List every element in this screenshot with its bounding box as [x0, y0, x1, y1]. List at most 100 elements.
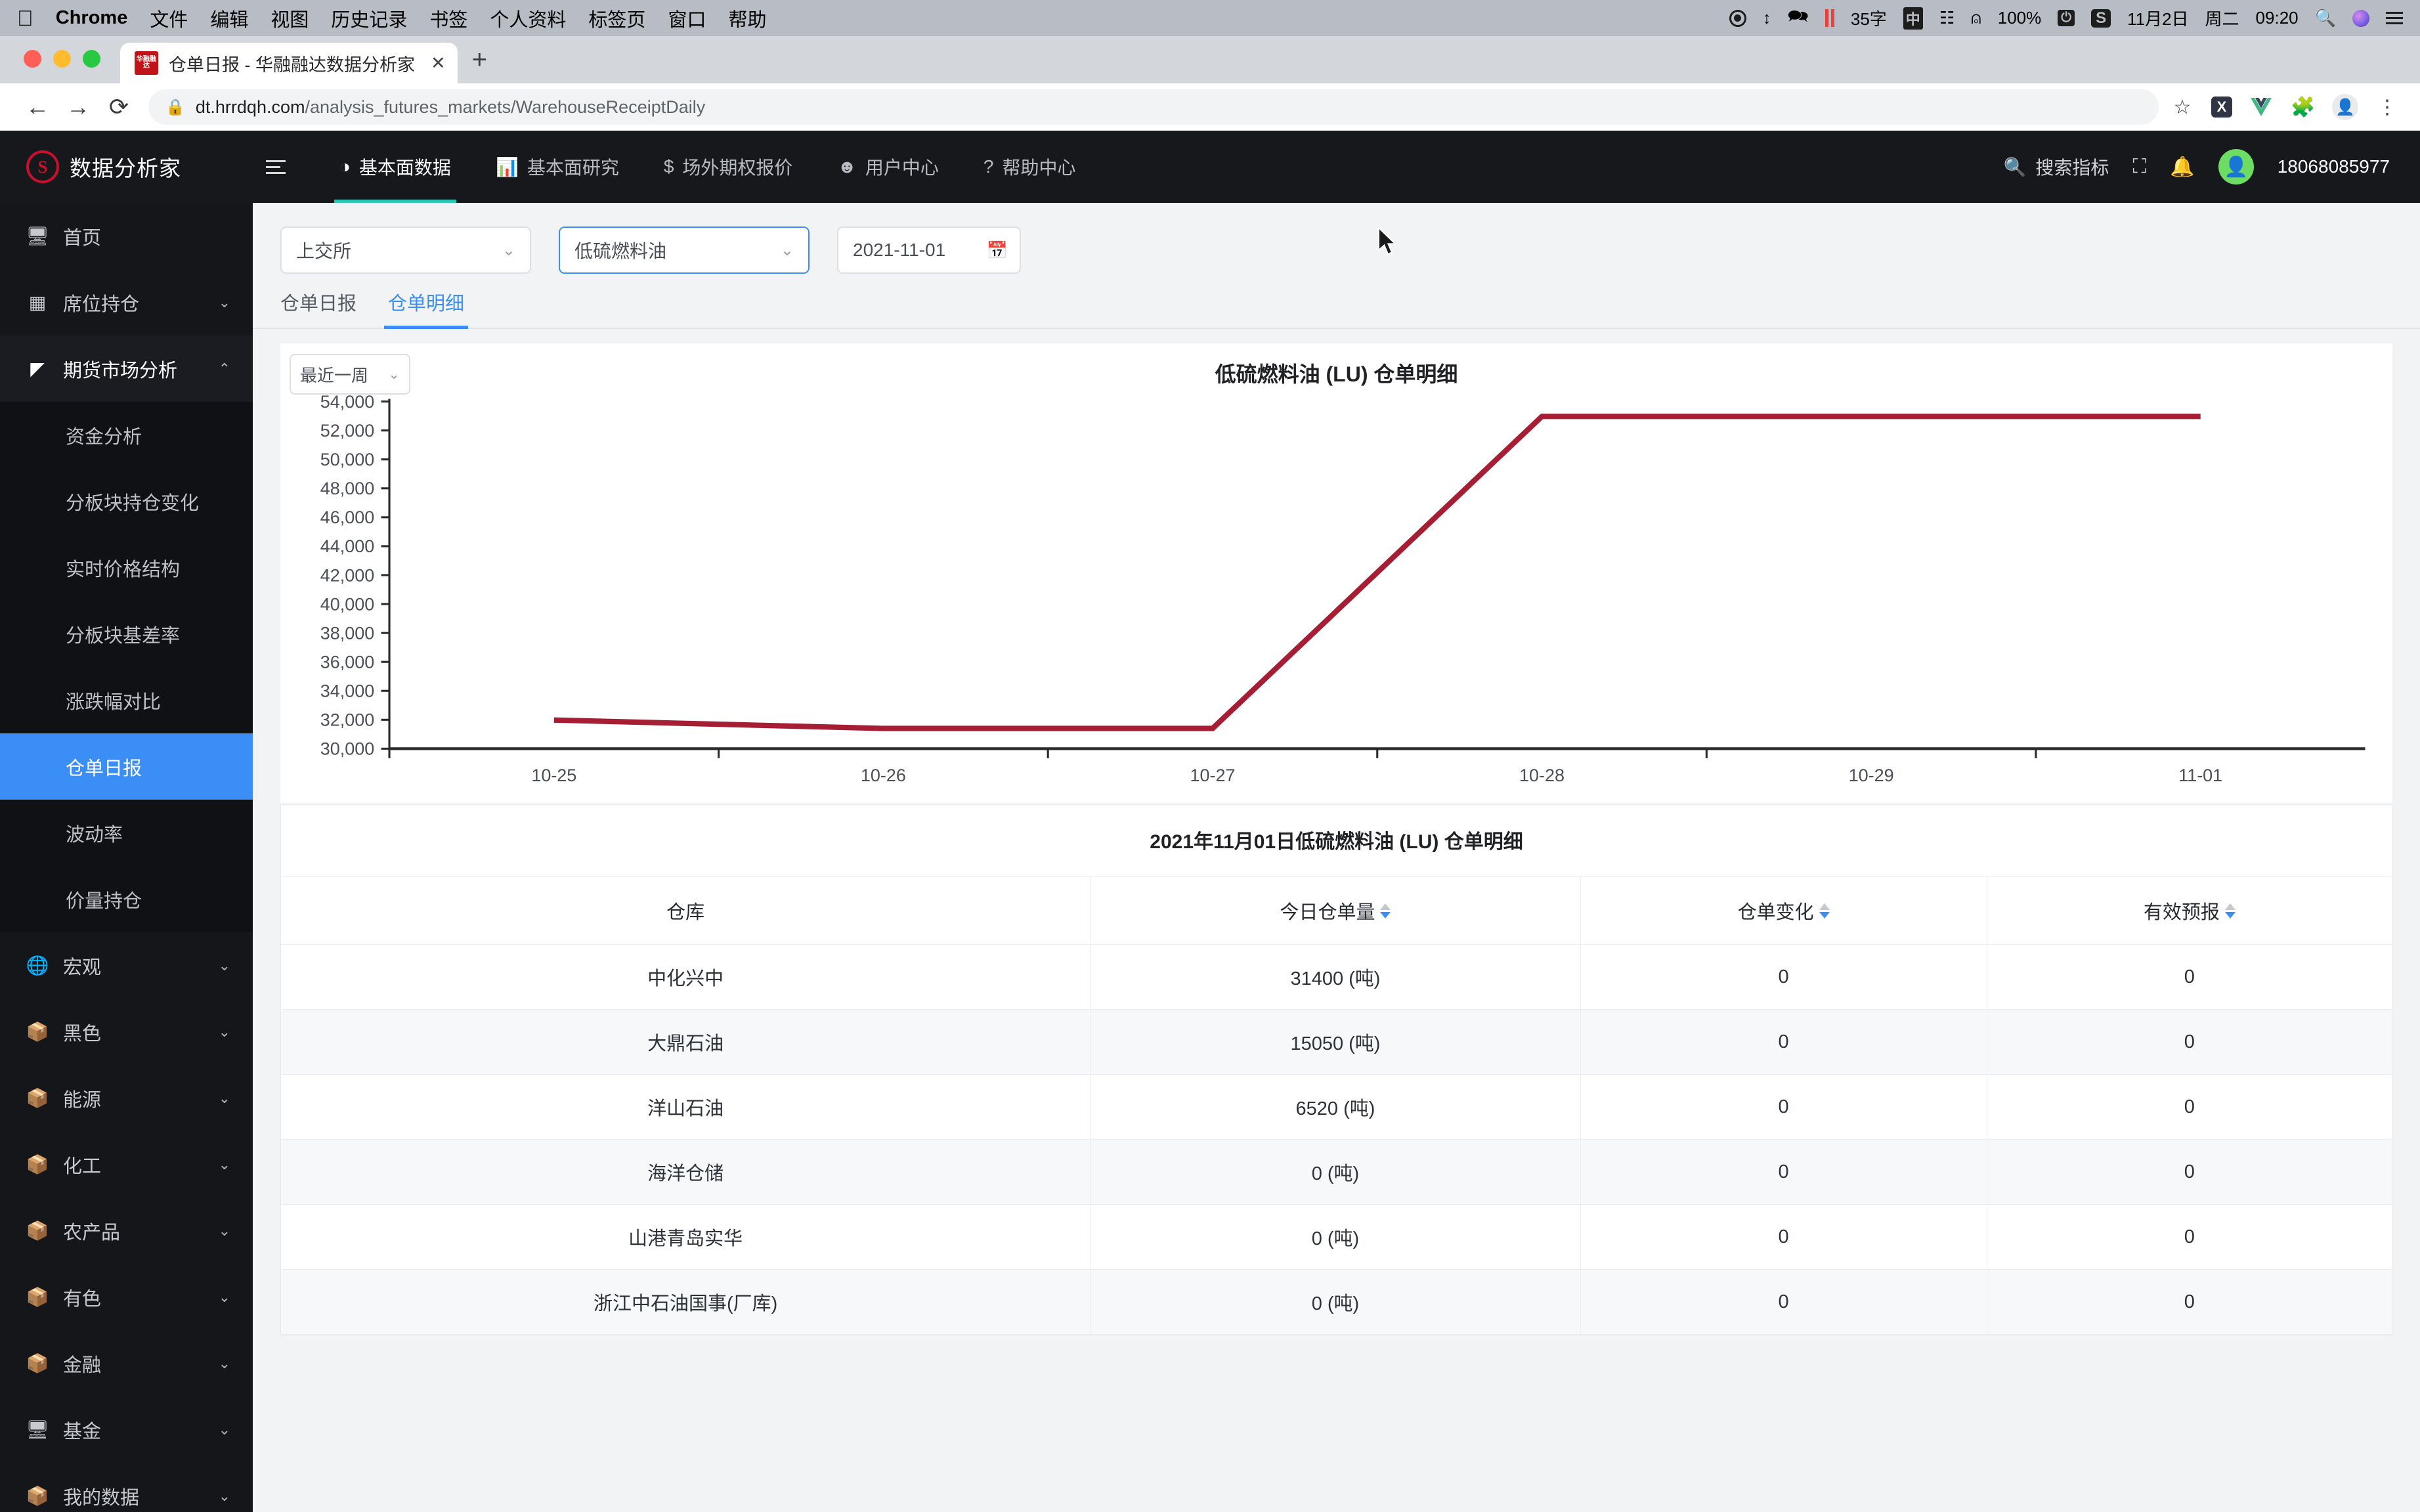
control-center-icon[interactable] — [2386, 12, 2403, 24]
nav-item-user-center[interactable]: ☻ 用户中心 — [815, 131, 961, 203]
profile-avatar-icon[interactable]: 👤 — [2332, 94, 2358, 120]
user-avatar-icon[interactable]: 👤 — [2218, 149, 2254, 184]
battery-charging-icon[interactable]: ⏻ — [2058, 10, 2075, 26]
column-header-today-volume[interactable]: 今日仓单量 — [1090, 876, 1581, 945]
menubar-item-help[interactable]: 帮助 — [728, 5, 766, 32]
nav-item-otc-option-quotes[interactable]: $ 场外期权报价 — [641, 131, 815, 203]
sidebar-item-label: 席位持仓 — [63, 293, 140, 315]
chrome-menu-icon[interactable]: ⋮ — [2374, 94, 2400, 120]
sidebar-subitem-sector-position-change[interactable]: 分板块持仓变化 — [0, 468, 253, 534]
nav-item-help-center[interactable]: ? 帮助中心 — [961, 131, 1098, 203]
fullscreen-icon[interactable]: ⛶ — [2132, 156, 2146, 178]
tab-close-icon[interactable]: ✕ — [431, 53, 446, 74]
sidebar-subitem-label: 资金分析 — [66, 426, 142, 448]
sidebar-subitem-warehouse-receipt-daily[interactable]: 仓单日报 — [0, 733, 253, 800]
exchange-select[interactable]: 上交所 ⌄ — [280, 227, 531, 274]
sidebar-item-chemicals[interactable]: 📦 化工 ⌄ — [0, 1131, 253, 1198]
forward-arrow-icon[interactable]: → — [58, 87, 98, 127]
x-axis-tick-label: 10-28 — [1519, 766, 1565, 785]
menubar-item-tabs[interactable]: 标签页 — [588, 5, 645, 32]
sidebar-item-funds[interactable]: 🖥 基金 ⌄ — [0, 1396, 253, 1463]
sidebar-subitem-sector-basis-rate[interactable]: 分板块基差率 — [0, 601, 253, 667]
new-tab-button[interactable]: + — [458, 47, 502, 83]
warehouse-receipt-table: 仓库 今日仓单量 仓单变化 有效预报 中化兴中 31400 (吨) 0 0 大鼎石油 1 — [281, 876, 2392, 1335]
wechat-icon[interactable]: 🗪 — [1788, 4, 1809, 33]
sidebar-item-my-data[interactable]: 📦 我的数据 ⌄ — [0, 1463, 253, 1512]
airplay-icon[interactable]: ⍝ — [1971, 8, 1981, 29]
menubar-weekday: 周二 — [2205, 9, 2239, 29]
sidebar-subitem-change-comparison[interactable]: 涨跌幅对比 — [0, 667, 253, 733]
product-select[interactable]: 低硫燃料油 ⌄ — [559, 227, 810, 274]
menubar-item-history[interactable]: 历史记录 — [331, 5, 407, 32]
content-tabs: 仓单日报 仓单明细 — [253, 274, 2420, 329]
sidebar-item-futures-market-analysis[interactable]: ◤ 期货市场分析 ⌃ — [0, 335, 253, 402]
column-header-warehouse[interactable]: 仓库 — [281, 876, 1091, 945]
menubar-item-view[interactable]: 视图 — [270, 5, 309, 32]
record-icon[interactable] — [1729, 9, 1746, 27]
sidebar-item-seat-positions[interactable]: ▦ 席位持仓 ⌄ — [0, 269, 253, 335]
sidebar-item-home[interactable]: 🖥 首页 — [0, 203, 253, 269]
minimize-window-button[interactable] — [53, 50, 71, 68]
sidebar-item-nonferrous[interactable]: 📦 有色 ⌄ — [0, 1264, 253, 1330]
table-cell-receipt-change: 0 — [1580, 1074, 1987, 1140]
chevron-down-icon: ⌄ — [218, 1156, 230, 1173]
siri-icon[interactable] — [2352, 9, 2369, 27]
menubar-item-edit[interactable]: 编辑 — [210, 5, 248, 32]
sidebar-subitem-volatility[interactable]: 波动率 — [0, 800, 253, 866]
address-bar[interactable]: 🔒 dt.hrrdqh.com/analysis_futures_markets… — [148, 89, 2159, 125]
sidebar-item-finance[interactable]: 📦 金融 ⌄ — [0, 1330, 253, 1396]
maximize-window-button[interactable] — [83, 50, 100, 68]
sidebar-subitem-realtime-price-structure[interactable]: 实时价格结构 — [0, 534, 253, 601]
chevron-down-icon: ⌄ — [218, 1421, 230, 1438]
nav-item-fundamental-research[interactable]: 📊 基本面研究 — [473, 131, 641, 203]
dollar-icon: $ — [663, 156, 674, 177]
browser-tab-strip: 华融融达 仓单日报 - 华融融达数据分析家 ✕ + — [0, 36, 2420, 83]
wifi-icon[interactable]: ☷ — [1939, 8, 1955, 28]
chart-plot-area[interactable]: 30,000 32,000 34,000 36,000 38,000 40,000 42,0… — [280, 389, 2392, 803]
menubar-app-name[interactable]: Chrome — [56, 7, 128, 29]
notification-bell-icon[interactable]: 🔔 — [2170, 156, 2194, 179]
menubar-item-profiles[interactable]: 个人资料 — [490, 5, 566, 32]
sidebar-item-agriculture[interactable]: 📦 农产品 ⌄ — [0, 1198, 253, 1264]
nav-item-fundamental-data[interactable]: ◑ 基本面数据 — [317, 131, 473, 203]
menubar-item-bookmarks[interactable]: 书签 — [429, 5, 467, 32]
table-row: 海洋仓储 0 (吨) 0 0 — [281, 1139, 2392, 1205]
reload-icon[interactable]: ⟳ — [98, 87, 139, 127]
tab-title: 仓单日报 - 华融融达数据分析家 — [169, 54, 415, 75]
apple-icon[interactable]:  — [17, 7, 33, 29]
sidebar-item-macro[interactable]: 🌐 宏观 ⌄ — [0, 932, 253, 999]
close-window-button[interactable] — [24, 50, 41, 68]
sidebar-subitem-capital-analysis[interactable]: 资金分析 — [0, 402, 253, 468]
sidebar-item-energy[interactable]: 📦 能源 ⌄ — [0, 1065, 253, 1131]
sidebar-subitem-price-volume-position[interactable]: 价量持仓 — [0, 866, 253, 932]
puzzle-extensions-icon[interactable]: 🧩 — [2290, 94, 2316, 120]
column-header-receipt-change[interactable]: 仓单变化 — [1580, 876, 1987, 945]
user-circle-icon: ☻ — [837, 156, 857, 177]
ime-mode-icon[interactable]: 中 — [1903, 7, 1923, 30]
sort-arrows-icon[interactable] — [1380, 903, 1391, 918]
box-icon: 📦 — [26, 1353, 49, 1373]
column-header-valid-forecast[interactable]: 有效预报 — [1986, 876, 2392, 945]
red-bars-icon[interactable] — [1825, 9, 1834, 27]
vue-devtools-icon[interactable] — [2248, 94, 2274, 120]
sogou-icon[interactable]: S — [2091, 9, 2111, 28]
ime-char-count[interactable]: 35字 — [1851, 6, 1887, 30]
hamburger-menu-icon[interactable] — [266, 160, 286, 174]
chart-range-select[interactable]: 最近一周 ⌄ — [290, 354, 410, 395]
search-indicator-button[interactable]: 🔍 搜索指标 — [2003, 154, 2109, 180]
app-logo[interactable]: S 数据分析家 — [26, 150, 253, 183]
extension-x-icon[interactable]: X — [2211, 97, 2232, 118]
star-icon[interactable]: ☆ — [2169, 94, 2195, 120]
sidebar-item-ferrous[interactable]: 📦 黑色 ⌄ — [0, 999, 253, 1065]
spotlight-search-icon[interactable]: 🔍 — [2315, 8, 2336, 28]
browser-tab[interactable]: 华融融达 仓单日报 - 华融融达数据分析家 ✕ — [120, 43, 458, 83]
tab-warehouse-receipt-daily[interactable]: 仓单日报 — [280, 288, 357, 328]
menubar-item-window[interactable]: 窗口 — [668, 5, 706, 32]
menubar-item-file[interactable]: 文件 — [150, 5, 188, 32]
back-arrow-icon[interactable]: ← — [17, 87, 58, 127]
date-picker[interactable]: 2021-11-01 📅 — [837, 227, 1021, 274]
sort-arrows-icon[interactable] — [1819, 903, 1830, 918]
tab-warehouse-receipt-detail[interactable]: 仓单明细 — [384, 288, 469, 329]
up-down-arrow-icon[interactable]: ↕ — [1763, 8, 1771, 28]
sort-arrows-icon[interactable] — [2224, 903, 2236, 918]
